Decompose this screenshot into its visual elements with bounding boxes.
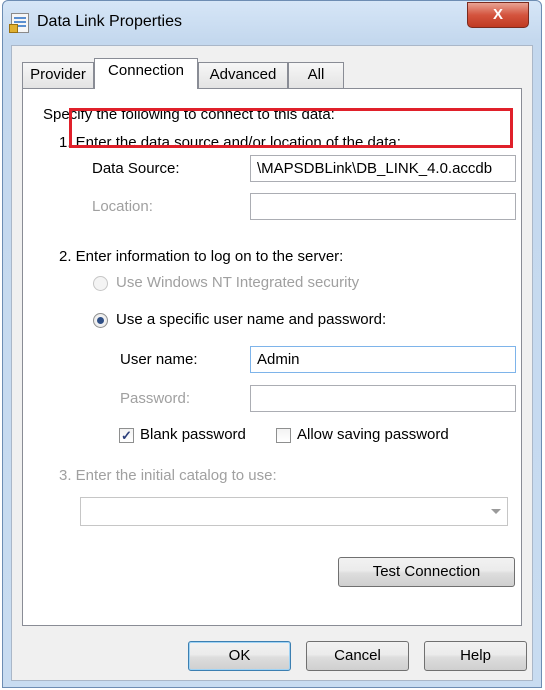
checkmark-icon: ✓ — [121, 428, 132, 443]
blank-password-label: Blank password — [140, 426, 246, 443]
nt-security-radio[interactable] — [93, 276, 108, 291]
allow-saving-password-label: Allow saving password — [297, 426, 449, 443]
specific-user-label: Use a specific user name and password: — [116, 311, 387, 328]
initial-catalog-value — [81, 498, 87, 525]
nt-security-label: Use Windows NT Integrated security — [116, 274, 360, 291]
tab-advanced[interactable]: Advanced — [198, 62, 288, 88]
data-source-label: Data Source: — [92, 160, 180, 177]
ok-button[interactable]: OK — [188, 641, 291, 671]
data-link-app-icon — [9, 13, 29, 33]
tab-all-label: All — [307, 66, 325, 83]
initial-catalog-combobox[interactable] — [80, 497, 508, 526]
password-input[interactable] — [250, 385, 516, 412]
allow-saving-password-checkbox[interactable] — [276, 428, 291, 443]
step3-heading: 3. Enter the initial catalog to use: — [59, 467, 277, 484]
location-input[interactable] — [250, 193, 516, 220]
dialog-window: Data Link Properties X Provider Connecti… — [2, 0, 542, 688]
username-input[interactable]: Admin — [250, 346, 516, 373]
connection-tab-panel: Specify the following to connect to this… — [22, 88, 522, 626]
title-bar[interactable]: Data Link Properties X — [3, 1, 541, 45]
tab-connection[interactable]: Connection — [94, 58, 198, 89]
tab-advanced-label: Advanced — [209, 66, 277, 83]
tab-all[interactable]: All — [288, 62, 344, 88]
tab-provider[interactable]: Provider — [22, 62, 94, 88]
location-label: Location: — [92, 198, 153, 215]
step2-heading: 2. Enter information to log on to the se… — [59, 248, 344, 265]
close-button[interactable]: X — [467, 2, 529, 28]
test-connection-button[interactable]: Test Connection — [338, 557, 515, 587]
chevron-down-icon[interactable] — [491, 509, 501, 514]
tab-connection-label: Connection — [108, 62, 184, 79]
cancel-button[interactable]: Cancel — [306, 641, 409, 671]
password-label: Password: — [120, 390, 191, 407]
username-label: User name: — [120, 351, 198, 368]
tab-provider-label: Provider — [30, 66, 86, 83]
help-button[interactable]: Help — [424, 641, 527, 671]
specific-user-radio[interactable] — [93, 313, 108, 328]
data-source-highlight-box — [69, 108, 513, 148]
data-source-input[interactable]: \MAPSDBLink\DB_LINK_4.0.accdb — [250, 155, 516, 182]
window-title: Data Link Properties — [37, 13, 182, 30]
close-icon: X — [492, 6, 503, 23]
blank-password-checkbox[interactable]: ✓ — [119, 428, 134, 443]
